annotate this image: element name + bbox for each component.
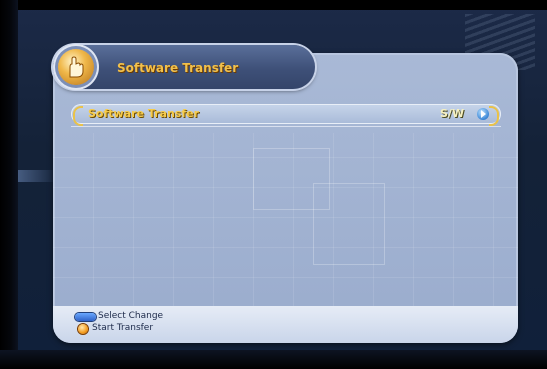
legend-start-transfer: Start Transfer (92, 323, 154, 333)
ok-button-icon (78, 324, 88, 334)
nav-keys-icon (75, 313, 96, 321)
tv-screen: Software Transfer Software Transfer S/W … (0, 0, 547, 369)
menu-divider (71, 126, 501, 127)
bottom-edge (0, 350, 547, 369)
software-transfer-icon (58, 49, 94, 85)
panel-background-box (313, 183, 385, 265)
left-edge (0, 0, 18, 369)
arrow-right-icon[interactable] (477, 108, 489, 120)
page-title: Software Transfer (117, 61, 239, 75)
arrow-right-glyph (481, 110, 486, 118)
hand-icon (69, 56, 84, 78)
legend-select-change: Select Change (98, 311, 164, 321)
top-edge (0, 0, 547, 10)
background-stripe (18, 170, 58, 182)
menu-item-value: S/W (440, 107, 465, 120)
menu-panel (53, 53, 518, 343)
menu-item-label: Software Transfer (88, 107, 200, 120)
